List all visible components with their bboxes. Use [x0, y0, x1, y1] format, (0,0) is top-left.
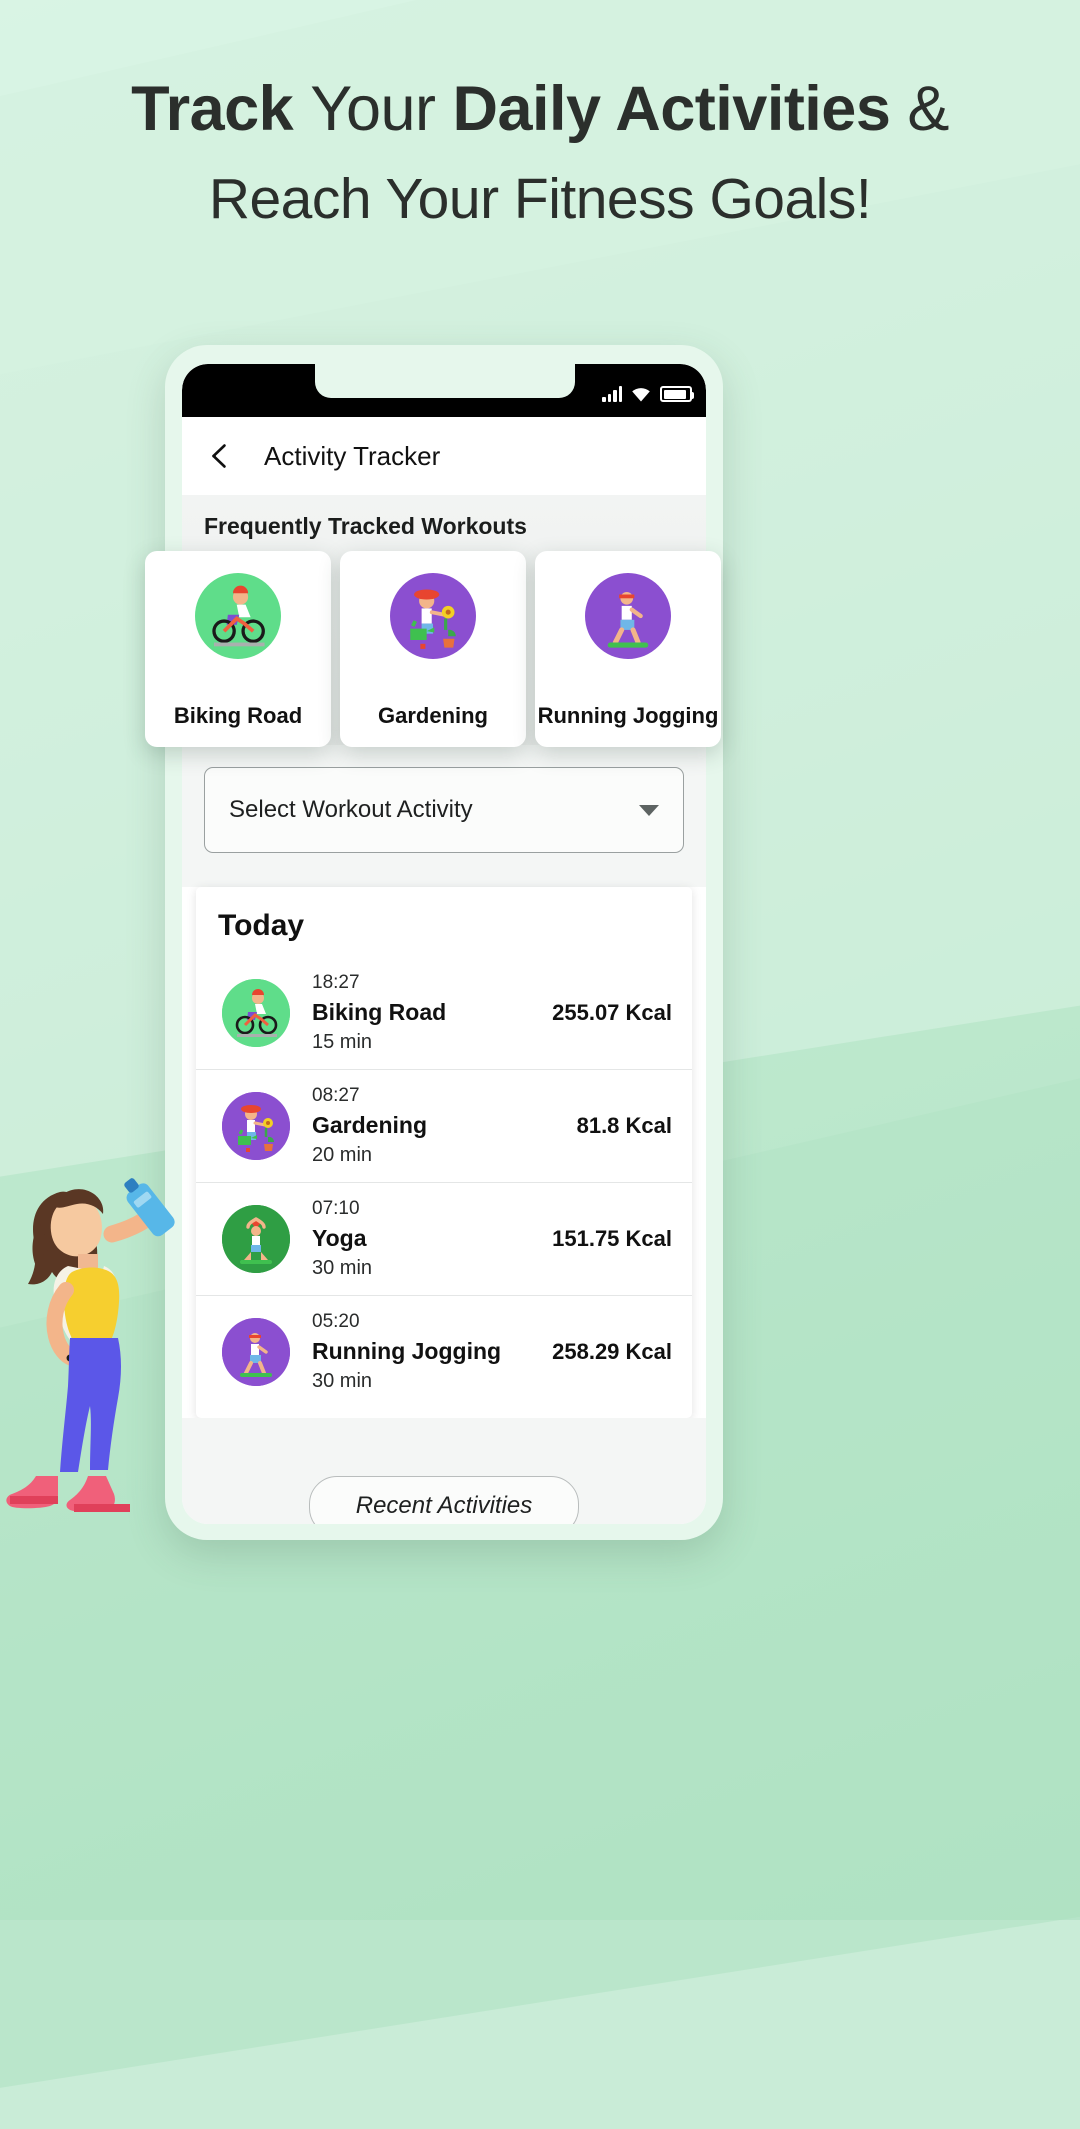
recent-activities-button[interactable]: Recent Activities: [308, 1476, 580, 1524]
activity-time: 18:27: [312, 972, 360, 993]
activity-duration: 30 min: [312, 1370, 373, 1392]
select-workout-activity-dropdown[interactable]: Select Workout Activity: [204, 767, 684, 853]
activity-details: 07:10 Yoga 30 min: [312, 1196, 552, 1282]
frequently-tracked-workouts-list: Biking Road Gardening Running Jogging: [145, 551, 721, 747]
gardener-icon: [222, 1092, 290, 1160]
today-activities-card: Today 18:27 Biking Road 15 min 255.07 Kc…: [196, 887, 692, 1418]
gardener-icon: [390, 573, 476, 659]
activity-calories: 81.8 Kcal: [576, 1113, 672, 1138]
signal-bars-icon: [602, 385, 622, 402]
wifi-icon: [631, 386, 651, 402]
page-title: Activity Tracker: [264, 440, 441, 471]
cyclist-icon: [222, 979, 290, 1047]
runner-icon: [222, 1318, 290, 1386]
activity-row[interactable]: 18:27 Biking Road 15 min 255.07 Kcal: [196, 957, 692, 1069]
activity-row[interactable]: 05:20 Running Jogging 30 min 258.29 Kcal: [196, 1295, 692, 1408]
headline-your: Your: [310, 74, 453, 144]
activity-calories: 255.07 Kcal: [552, 1000, 672, 1025]
dropdown-container: Select Workout Activity: [182, 745, 706, 887]
workout-card-running-jogging[interactable]: Running Jogging: [535, 551, 721, 747]
workout-card-biking-road[interactable]: Biking Road: [145, 551, 331, 747]
phone-mockup: Activity Tracker Frequently Tracked Work…: [165, 345, 723, 1540]
activity-details: 08:27 Gardening 20 min: [312, 1083, 577, 1169]
section-title: Frequently Tracked Workouts: [204, 513, 527, 539]
woman-drinking-water-illustration: [0, 1162, 215, 1562]
headline-track: Track: [131, 74, 311, 144]
activity-time: 08:27: [312, 1085, 360, 1106]
chevron-down-icon: [639, 804, 659, 816]
activity-calories: 258.29 Kcal: [552, 1339, 672, 1364]
app-bar: Activity Tracker: [182, 417, 706, 495]
headline-line-1: Track Your Daily Activities &: [0, 62, 1080, 156]
workout-card-label: Gardening: [377, 703, 488, 728]
phone-screen: Activity Tracker Frequently Tracked Work…: [182, 364, 706, 1524]
activity-details: 05:20 Running Jogging 30 min: [312, 1309, 552, 1395]
headline-ampersand: &: [890, 74, 949, 144]
activity-duration: 15 min: [312, 1031, 373, 1053]
yoga-icon: [222, 1205, 290, 1273]
activity-name: Running Jogging: [312, 1338, 502, 1364]
headline-line-2: Reach Your Fitness Goals!: [208, 167, 872, 231]
back-arrow-icon[interactable]: [204, 439, 238, 473]
cyclist-icon: [195, 573, 281, 659]
activity-time: 07:10: [312, 1198, 360, 1219]
activity-row[interactable]: 07:10 Yoga 30 min 151.75 Kcal: [196, 1182, 692, 1295]
activity-name: Gardening: [312, 1112, 428, 1138]
battery-icon: [660, 386, 694, 402]
status-bar-icons: [602, 376, 694, 402]
activity-time: 05:20: [312, 1311, 360, 1332]
today-heading: Today: [218, 909, 305, 942]
activity-name: Yoga: [312, 1225, 367, 1251]
headline: Track Your Daily Activities & Reach Your…: [0, 62, 1080, 242]
activity-name: Biking Road: [312, 999, 447, 1025]
runner-icon: [585, 573, 671, 659]
activity-duration: 30 min: [312, 1257, 373, 1279]
workout-card-label: Biking Road: [173, 703, 303, 728]
workout-card-gardening[interactable]: Gardening: [340, 551, 526, 747]
status-bar: [182, 364, 706, 417]
recent-activities-container: Recent Activities: [182, 1418, 706, 1524]
activity-duration: 20 min: [312, 1144, 373, 1166]
workout-card-label: Running Jogging: [537, 703, 719, 728]
activity-details: 18:27 Biking Road 15 min: [312, 970, 552, 1056]
phone-notch: [315, 364, 575, 398]
activity-calories: 151.75 Kcal: [552, 1226, 672, 1251]
headline-daily-activities: Daily Activities: [452, 74, 891, 144]
activity-row[interactable]: 08:27 Gardening 20 min 81.8 Kcal: [196, 1069, 692, 1182]
dropdown-value: Select Workout Activity: [229, 796, 473, 823]
